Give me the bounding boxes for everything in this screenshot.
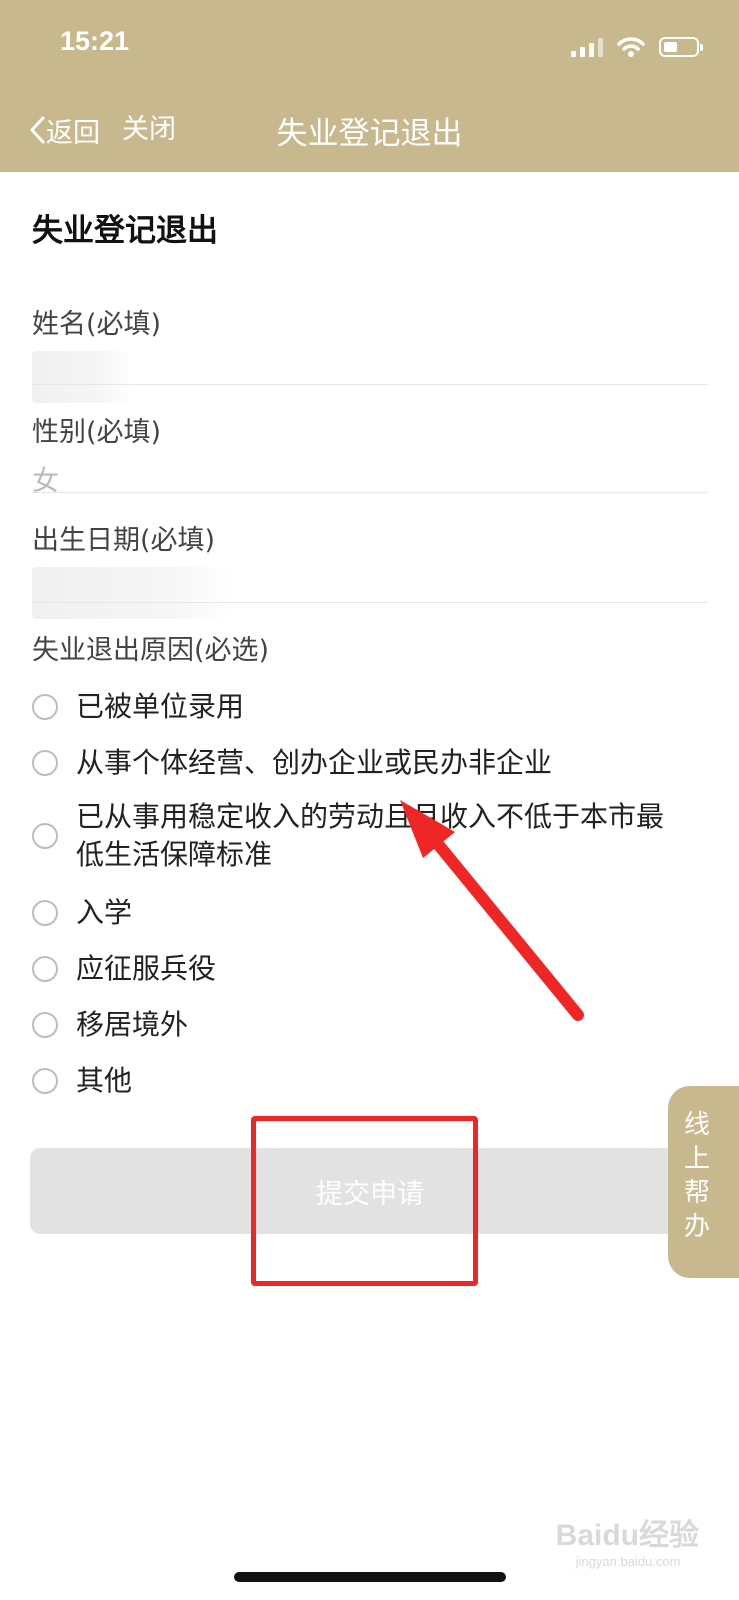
annotation-arrow-icon	[400, 800, 584, 1021]
home-indicator[interactable]	[234, 1572, 506, 1582]
watermark-brand: Baidu经验	[555, 1519, 699, 1552]
watermark: Baidu经验 jingyan.baidu.com	[556, 1510, 699, 1569]
watermark-url: jingyan.baidu.com	[575, 1554, 681, 1569]
